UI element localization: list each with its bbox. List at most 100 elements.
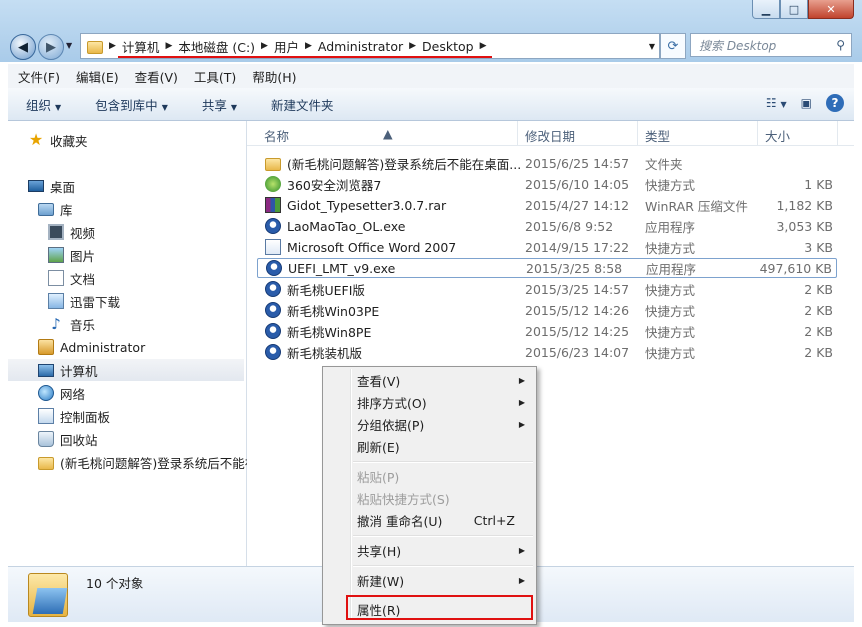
nav-administrator[interactable]: Administrator [38, 336, 145, 358]
breadcrumb-chevron-icon[interactable]: ▶ [261, 41, 268, 51]
search-input[interactable]: 搜索 Desktop [699, 37, 776, 54]
file-type: 快捷方式 [645, 303, 696, 319]
window-controls: ▁ □ ✕ [752, 0, 854, 19]
file-row[interactable]: Gidot_Typesetter3.0.7.rar 2015/4/27 14:1… [257, 195, 837, 215]
desktop-icon [28, 180, 44, 192]
nav-music[interactable]: ♪ 音乐 [48, 313, 95, 335]
file-row-focused[interactable]: UEFI_LMT_v9.exe 2015/3/25 8:58 应用程序 497,… [257, 258, 837, 278]
breadcrumb-chevron-icon[interactable]: ▶ [409, 41, 416, 51]
nav-folder-faq[interactable]: (新毛桃问题解答)登录系统后不能在 [38, 451, 257, 473]
file-size: 2 KB [804, 344, 833, 360]
file-size: 2 KB [804, 302, 833, 318]
breadcrumb-desktop[interactable]: Desktop [422, 39, 474, 54]
menu-item-undo-rename[interactable]: 撤消 重命名(U) Ctrl+Z [357, 510, 533, 530]
back-button[interactable]: ◀ [10, 34, 36, 60]
laomaotao-icon [265, 323, 281, 339]
pictures-library-icon [48, 247, 64, 263]
file-row[interactable]: Microsoft Office Word 2007 2014/9/15 17:… [257, 237, 837, 257]
nav-desktop[interactable]: 桌面 [28, 175, 75, 197]
file-row[interactable]: (新毛桃问题解答)登录系统后不能在桌面... 2015/6/25 14:57 文… [257, 153, 837, 173]
nav-favorites[interactable]: ★ 收藏夹 [28, 129, 88, 151]
submenu-arrow-icon: ▶ [518, 397, 525, 407]
file-row[interactable]: 新毛桃装机版 2015/6/23 14:07 快捷方式 2 KB [257, 342, 837, 362]
menu-help[interactable]: 帮助(H) [242, 67, 302, 86]
refresh-button[interactable]: ⟳ [660, 33, 686, 59]
column-modified[interactable]: 修改日期 [525, 126, 575, 145]
column-size[interactable]: 大小 [765, 126, 790, 145]
folder-icon [38, 456, 54, 470]
breadcrumb-chevron-icon[interactable]: ▶ [165, 41, 172, 51]
file-name-cell: LaoMaoTao_OL.exe [265, 218, 405, 234]
menu-item-label: 新建(W) [357, 573, 405, 589]
file-name-cell: 新毛桃UEFI版 [265, 280, 365, 299]
nav-pictures[interactable]: 图片 [48, 244, 95, 266]
menu-edit[interactable]: 编辑(E) [66, 67, 125, 86]
breadcrumb-chevron-icon[interactable]: ▶ [480, 41, 487, 51]
minimize-button[interactable]: ▁ [752, 0, 780, 19]
include-library-label: 包含到库中 [95, 97, 158, 113]
preview-pane-icon[interactable]: ▣ [801, 96, 812, 110]
recent-pages-dropdown[interactable]: ▼ [66, 41, 72, 50]
nav-network[interactable]: 网络 [38, 382, 85, 404]
menu-item-share[interactable]: 共享(H) ▶ [357, 540, 533, 560]
nav-control-panel[interactable]: 控制面板 [38, 405, 110, 427]
breadcrumb-administrator[interactable]: Administrator [318, 39, 403, 54]
file-date: 2015/3/25 14:57 [525, 281, 630, 297]
file-name: Microsoft Office Word 2007 [287, 239, 457, 255]
column-divider[interactable] [837, 121, 838, 145]
file-name: 新毛桃Win03PE [287, 303, 380, 319]
nav-xunlei[interactable]: 迅雷下载 [48, 290, 120, 312]
breadcrumb-chevron-icon[interactable]: ▶ [109, 41, 116, 51]
column-divider[interactable] [517, 121, 518, 145]
nav-library[interactable]: 库 [38, 198, 73, 220]
submenu-arrow-icon: ▶ [518, 545, 525, 555]
file-row[interactable]: 新毛桃Win8PE 2015/5/12 14:25 快捷方式 2 KB [257, 321, 837, 341]
file-row[interactable]: 新毛桃Win03PE 2015/5/12 14:26 快捷方式 2 KB [257, 300, 837, 320]
nav-computer[interactable]: 计算机 [8, 359, 244, 381]
download-library-icon [48, 293, 64, 309]
file-date: 2015/6/10 14:05 [525, 176, 630, 192]
view-options-icon[interactable]: ☷ ▼ [766, 96, 787, 110]
menu-item-sort[interactable]: 排序方式(O) ▶ [357, 392, 533, 412]
column-divider[interactable] [757, 121, 758, 145]
column-type[interactable]: 类型 [645, 126, 670, 145]
file-name: 新毛桃装机版 [287, 345, 363, 361]
file-row[interactable]: 新毛桃UEFI版 2015/3/25 14:57 快捷方式 2 KB [257, 279, 837, 299]
maximize-button[interactable]: □ [780, 0, 808, 19]
menu-item-view[interactable]: 查看(V) ▶ [357, 370, 533, 390]
close-button[interactable]: ✕ [808, 0, 854, 19]
nav-video[interactable]: 视频 [48, 221, 95, 243]
nav-recycle-bin[interactable]: 回收站 [38, 428, 98, 450]
forward-button[interactable]: ▶ [38, 34, 64, 60]
nav-documents[interactable]: 文档 [48, 267, 95, 289]
submenu-arrow-icon: ▶ [518, 419, 525, 429]
command-toolbar: 组织 ▼ 包含到库中 ▼ 共享 ▼ 新建文件夹 ☷ ▼ ▣ ? [8, 88, 854, 121]
menu-item-refresh[interactable]: 刷新(E) [357, 436, 533, 456]
file-date: 2015/6/25 14:57 [525, 155, 630, 171]
menu-view[interactable]: 查看(V) [125, 67, 184, 86]
breadcrumb-local-disk[interactable]: 本地磁盘 (C:) [178, 37, 255, 56]
breadcrumb-computer[interactable]: 计算机 [122, 37, 160, 56]
include-library-button[interactable]: 包含到库中 ▼ [77, 95, 184, 114]
help-icon[interactable]: ? [826, 94, 844, 112]
column-divider[interactable] [637, 121, 638, 145]
file-row[interactable]: 360安全浏览器7 2015/6/10 14:05 快捷方式 1 KB [257, 174, 837, 194]
menu-tools[interactable]: 工具(T) [184, 67, 242, 86]
file-row[interactable]: LaoMaoTao_OL.exe 2015/6/8 9:52 应用程序 3,05… [257, 216, 837, 236]
search-box[interactable]: 搜索 Desktop ⚲ [690, 33, 852, 57]
file-type: 应用程序 [646, 261, 697, 277]
menu-file[interactable]: 文件(F) [8, 67, 66, 86]
menu-item-group[interactable]: 分组依据(P) ▶ [357, 414, 533, 434]
organize-button[interactable]: 组织 ▼ [8, 95, 77, 114]
menu-item-new[interactable]: 新建(W) ▶ [357, 570, 533, 590]
new-folder-button[interactable]: 新建文件夹 [253, 95, 350, 114]
search-icon[interactable]: ⚲ [836, 38, 845, 52]
breadcrumb-chevron-icon[interactable]: ▶ [305, 41, 312, 51]
recycle-bin-icon [38, 431, 54, 447]
file-name-cell: UEFI_LMT_v9.exe [266, 260, 395, 276]
breadcrumb-users[interactable]: 用户 [274, 37, 299, 56]
share-button[interactable]: 共享 ▼ [184, 95, 253, 114]
column-name[interactable]: 名称 [264, 126, 289, 145]
address-history-dropdown[interactable]: ▼ [649, 42, 655, 51]
file-date: 2015/4/27 14:12 [525, 197, 630, 213]
